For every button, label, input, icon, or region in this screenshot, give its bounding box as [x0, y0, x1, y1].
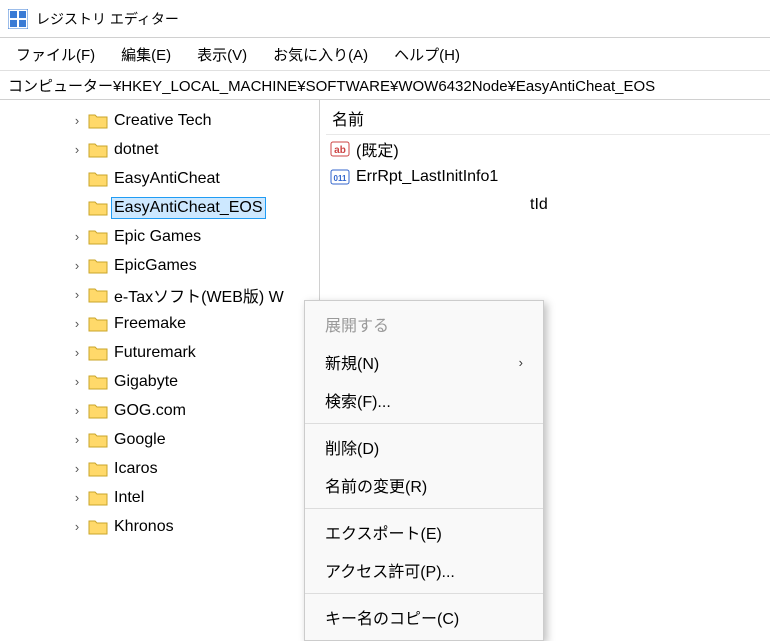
- value-row[interactable]: 011 ErrRpt_LastInitInfo1: [326, 163, 770, 191]
- separator: [305, 593, 543, 594]
- tree-item-label: Gigabyte: [112, 372, 180, 392]
- title-bar: レジストリ エディター: [0, 0, 770, 38]
- chevron-right-icon[interactable]: ›: [70, 433, 84, 447]
- menu-view[interactable]: 表示(V): [187, 40, 257, 69]
- expander-placeholder: [70, 201, 84, 215]
- folder-icon: [88, 345, 108, 361]
- menu-export[interactable]: エクスポート(E): [305, 513, 543, 551]
- chevron-right-icon[interactable]: ›: [70, 230, 84, 244]
- tree-pane: › Creative Tech › dotnet EasyAntiCheat EasyAn…: [0, 100, 320, 544]
- binary-value-icon: 011: [330, 167, 350, 187]
- value-name-partial: tId: [530, 196, 548, 214]
- tree-item[interactable]: › Khronos: [0, 512, 319, 541]
- menu-copy-key-name[interactable]: キー名のコピー(C): [305, 598, 543, 636]
- menu-rename[interactable]: 名前の変更(R): [305, 466, 543, 504]
- chevron-right-icon[interactable]: ›: [70, 317, 84, 331]
- folder-icon: [88, 171, 108, 187]
- chevron-right-icon[interactable]: ›: [70, 259, 84, 273]
- value-row[interactable]: ab (既定): [326, 135, 770, 163]
- tree-item[interactable]: › Futuremark: [0, 338, 319, 367]
- chevron-right-icon[interactable]: ›: [70, 288, 84, 302]
- tree-item[interactable]: › Icaros: [0, 454, 319, 483]
- tree-item[interactable]: EasyAntiCheat: [0, 164, 319, 193]
- chevron-right-icon[interactable]: ›: [70, 404, 84, 418]
- tree-item-label: Google: [112, 430, 168, 450]
- chevron-right-icon[interactable]: ›: [70, 143, 84, 157]
- folder-icon: [88, 142, 108, 158]
- context-menu: 展開する 新規(N)› 検索(F)... 削除(D) 名前の変更(R) エクスポ…: [304, 300, 544, 641]
- registry-editor-icon: [8, 9, 28, 29]
- menu-delete[interactable]: 削除(D): [305, 428, 543, 466]
- folder-icon: [88, 229, 108, 245]
- folder-icon: [88, 490, 108, 506]
- string-value-icon: ab: [330, 139, 350, 159]
- tree-item[interactable]: › EpicGames: [0, 251, 319, 280]
- tree-item-label: Creative Tech: [112, 111, 214, 131]
- chevron-right-icon[interactable]: ›: [70, 375, 84, 389]
- tree-item-label: EasyAntiCheat: [112, 169, 222, 189]
- tree-item[interactable]: › GOG.com: [0, 396, 319, 425]
- menu-bar: ファイル(F) 編集(E) 表示(V) お気に入り(A) ヘルプ(H): [0, 38, 770, 70]
- menu-help[interactable]: ヘルプ(H): [384, 40, 470, 69]
- value-name: (既定): [356, 137, 399, 161]
- tree-item[interactable]: › Epic Games: [0, 222, 319, 251]
- menu-permissions[interactable]: アクセス許可(P)...: [305, 551, 543, 589]
- value-name: ErrRpt_LastInitInfo1: [356, 168, 498, 186]
- chevron-right-icon[interactable]: ›: [70, 491, 84, 505]
- tree-item-label: e-Taxソフト(WEB版) W: [112, 282, 286, 308]
- value-row[interactable]: tId: [526, 191, 770, 219]
- folder-icon: [88, 374, 108, 390]
- tree-item-label: Intel: [112, 488, 146, 508]
- tree-item-label: Icaros: [112, 459, 160, 479]
- chevron-right-icon[interactable]: ›: [70, 114, 84, 128]
- tree-item-label: GOG.com: [112, 401, 188, 421]
- tree-item[interactable]: › Creative Tech: [0, 106, 319, 135]
- folder-icon: [88, 519, 108, 535]
- menu-find[interactable]: 検索(F)...: [305, 381, 543, 419]
- chevron-right-icon[interactable]: ›: [70, 346, 84, 360]
- folder-icon: [88, 287, 108, 303]
- tree-item-label: EpicGames: [112, 256, 199, 276]
- chevron-right-icon[interactable]: ›: [70, 462, 84, 476]
- folder-icon: [88, 403, 108, 419]
- expander-placeholder: [70, 172, 84, 186]
- menu-expand: 展開する: [305, 305, 543, 343]
- tree-item[interactable]: › e-Taxソフト(WEB版) W: [0, 280, 319, 309]
- registry-path: コンピューター¥HKEY_LOCAL_MACHINE¥SOFTWARE¥WOW6…: [8, 75, 655, 96]
- menu-edit[interactable]: 編集(E): [111, 40, 181, 69]
- tree-item[interactable]: › Freemake: [0, 309, 319, 338]
- separator: [305, 508, 543, 509]
- tree-item[interactable]: › dotnet: [0, 135, 319, 164]
- separator: [305, 423, 543, 424]
- column-header-name[interactable]: 名前: [326, 102, 770, 135]
- folder-icon: [88, 113, 108, 129]
- window-title: レジストリ エディター: [36, 9, 179, 29]
- menu-favorites[interactable]: お気に入り(A): [263, 40, 378, 69]
- folder-icon: [88, 258, 108, 274]
- tree-item-label: Freemake: [112, 314, 188, 334]
- tree-item-label: Futuremark: [112, 343, 198, 363]
- tree-item[interactable]: EasyAntiCheat_EOS: [0, 193, 319, 222]
- menu-new[interactable]: 新規(N)›: [305, 343, 543, 381]
- tree-item-label: EasyAntiCheat_EOS: [112, 198, 265, 218]
- tree-item-label: Epic Games: [112, 227, 203, 247]
- tree-item-label: dotnet: [112, 140, 160, 160]
- svg-text:ab: ab: [334, 145, 346, 156]
- folder-icon: [88, 200, 108, 216]
- svg-text:011: 011: [334, 174, 347, 183]
- address-bar[interactable]: コンピューター¥HKEY_LOCAL_MACHINE¥SOFTWARE¥WOW6…: [0, 70, 770, 100]
- menu-file[interactable]: ファイル(F): [6, 40, 105, 69]
- tree-item-label: Khronos: [112, 517, 176, 537]
- tree-item[interactable]: › Gigabyte: [0, 367, 319, 396]
- chevron-right-icon: ›: [519, 355, 523, 370]
- folder-icon: [88, 316, 108, 332]
- folder-icon: [88, 432, 108, 448]
- folder-icon: [88, 461, 108, 477]
- chevron-right-icon[interactable]: ›: [70, 520, 84, 534]
- tree-item[interactable]: › Intel: [0, 483, 319, 512]
- tree-item[interactable]: › Google: [0, 425, 319, 454]
